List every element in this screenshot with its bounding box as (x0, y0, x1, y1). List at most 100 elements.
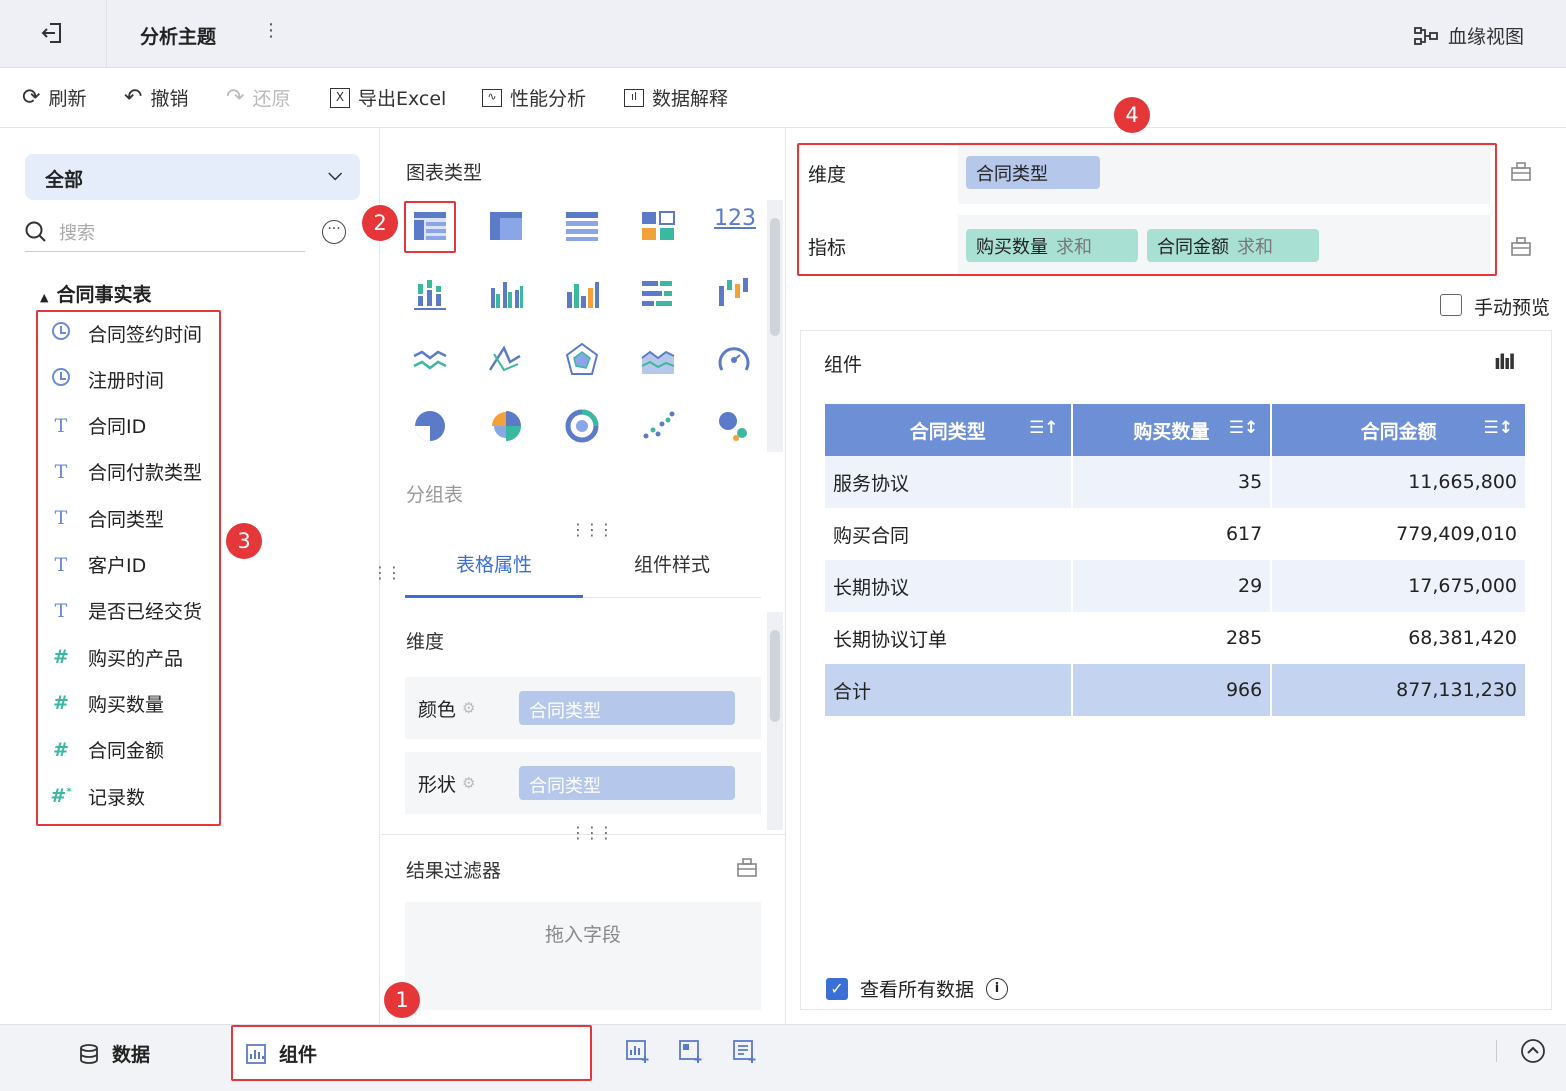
color-field-chip[interactable]: 合同类型 (519, 691, 735, 725)
shape-label: 形状 (418, 773, 457, 796)
dimension-settings-icon[interactable] (1510, 160, 1536, 184)
info-icon[interactable]: i (986, 977, 1009, 1000)
number-card-icon[interactable]: 123 (714, 206, 756, 231)
export-label: 导出Excel (358, 88, 447, 110)
add-filter-component-icon[interactable] (678, 1038, 704, 1070)
column-header[interactable]: 购买数量 ☰↕ (1071, 404, 1273, 456)
collapse-triangle-icon: ▲ (40, 291, 49, 304)
property-tabs: 表格属性 组件样式 (405, 540, 761, 598)
column-header-label: 合同类型 (909, 420, 986, 443)
performance-analysis-button[interactable]: ∿ 性能分析 (482, 84, 586, 111)
lineage-label: 血缘视图 (1448, 26, 1525, 48)
radar-chart-icon[interactable] (562, 340, 602, 384)
filter-drop-zone[interactable]: 拖入字段 (405, 902, 761, 1010)
filter-settings-icon[interactable] (736, 856, 758, 883)
refresh-button[interactable]: ⟳ 刷新 (22, 84, 86, 111)
tab-table-properties[interactable]: 表格属性 (405, 540, 583, 598)
table-row: 服务协议 35 11,665,800 (825, 456, 1527, 508)
toolbar: ⟳ 刷新 ↶ 撤销 ↷ 还原 X 导出Excel ∿ 性能分析 ıl 数据解释 (0, 68, 1566, 128)
table-row: 长期协议订单 285 68,381,420 (825, 612, 1527, 664)
grouped-bar-icon[interactable] (486, 274, 526, 318)
add-chart-component-icon[interactable] (625, 1038, 651, 1070)
excel-icon: X (330, 87, 350, 108)
sort-icon[interactable]: ☰↕ (1484, 418, 1513, 438)
undo-button[interactable]: ↶ 撤销 (124, 84, 188, 111)
grouped-table-icon[interactable] (410, 206, 450, 250)
scatter-chart-icon[interactable] (638, 406, 678, 450)
area-chart-icon[interactable] (638, 340, 678, 384)
result-filter-title: 结果过滤器 (406, 860, 502, 882)
table-row: 购买合同 617 779,409,010 (825, 508, 1527, 560)
table-cell: 合计 (825, 664, 1073, 716)
table-cell: 285 (1071, 612, 1273, 664)
refresh-icon: ⟳ (22, 85, 41, 110)
chart-type-name: 分组表 (406, 484, 464, 506)
top-bar: 分析主题 ⋮ 血缘视图 (0, 0, 1566, 68)
drag-handle-icon[interactable]: ⋮⋮⋮ (570, 520, 614, 539)
export-excel-button[interactable]: X 导出Excel (330, 84, 446, 111)
data-explain-button[interactable]: ıl 数据解释 (624, 84, 728, 111)
redo-button[interactable]: ↷ 还原 (226, 84, 290, 111)
collapse-panel-icon[interactable] (1520, 1038, 1546, 1068)
search-icon (25, 221, 46, 242)
back-icon[interactable] (40, 20, 66, 46)
view-all-checkbox[interactable]: ✓ (826, 977, 848, 1000)
table-cell: 服务协议 (825, 456, 1073, 508)
drag-handle-icon[interactable]: ⋮⋮⋮ (570, 823, 614, 842)
undo-icon: ↶ (124, 85, 143, 110)
total-row: 合计 966 877,131,230 (825, 664, 1527, 716)
rose-chart-icon[interactable] (486, 406, 526, 450)
multi-bar-icon[interactable] (562, 274, 602, 318)
undo-label: 撤销 (150, 88, 189, 110)
annotation-badge-4: 4 (1114, 97, 1150, 133)
manual-preview-checkbox[interactable] (1440, 294, 1462, 316)
tab-component-style[interactable]: 组件样式 (583, 540, 761, 598)
donut-chart-icon[interactable] (562, 406, 602, 450)
database-icon (80, 1043, 98, 1064)
column-header[interactable]: 合同类型 ☰↑ (825, 404, 1073, 456)
more-options-icon[interactable]: ⋮ (262, 20, 280, 41)
shape-field-chip[interactable]: 合同类型 (519, 766, 735, 800)
search-input[interactable]: 搜索 (25, 212, 305, 252)
line-chart-icon[interactable] (410, 340, 450, 384)
data-tab[interactable]: 数据 (78, 1040, 150, 1067)
pie-chart-icon[interactable] (410, 406, 450, 450)
component-title: 组件 (824, 354, 863, 376)
divider (106, 0, 107, 68)
gauge-icon[interactable] (714, 340, 754, 384)
scope-select[interactable]: 全部 ⌵ (25, 154, 360, 200)
annotation-box-4 (797, 143, 1497, 276)
detail-table-icon[interactable] (562, 206, 602, 250)
table-cell: 68,381,420 (1271, 612, 1527, 664)
view-all-data-toggle[interactable]: ✓ 查看所有数据 i (826, 975, 1009, 1002)
chart-type-scrollbar[interactable] (767, 200, 783, 452)
color-property-row: 颜色 ⚙ 合同类型 (405, 677, 761, 739)
table-cell: 长期协议 (825, 560, 1073, 612)
radar-line-icon[interactable] (486, 340, 526, 384)
add-text-component-icon[interactable] (732, 1038, 758, 1070)
column-header[interactable]: 合同金额 ☰↕ (1271, 404, 1527, 456)
scope-value: 全部 (45, 169, 84, 191)
chart-settings-icon[interactable]: ılıl (1494, 350, 1515, 374)
measure-settings-icon[interactable] (1510, 235, 1536, 259)
properties-scrollbar[interactable] (767, 612, 783, 830)
annotation-badge-2: 2 (362, 205, 398, 241)
horizontal-bar-icon[interactable] (638, 274, 678, 318)
divider (1496, 1040, 1497, 1062)
kpi-card-icon[interactable] (638, 206, 678, 250)
gear-icon[interactable]: ⚙ (462, 774, 475, 792)
stacked-bar-icon[interactable] (410, 274, 450, 318)
data-explain-icon: ıl (624, 88, 644, 107)
lineage-view-button[interactable]: 血缘视图 (1414, 22, 1524, 49)
bubble-chart-icon[interactable] (714, 406, 754, 450)
sort-asc-icon[interactable]: ☰↑ (1029, 418, 1058, 438)
table-cell: 779,409,010 (1271, 508, 1527, 560)
table-node[interactable]: ▲ 合同事实表 (40, 280, 151, 307)
waterfall-icon[interactable] (714, 274, 754, 318)
table-cell: 877,131,230 (1271, 664, 1527, 716)
sort-icon[interactable]: ☰↕ (1229, 418, 1258, 438)
gear-icon[interactable]: ⚙ (462, 699, 475, 717)
cross-table-icon[interactable] (486, 206, 526, 250)
more-icon[interactable]: ··· (322, 220, 346, 244)
shape-property-row: 形状 ⚙ 合同类型 (405, 752, 761, 814)
